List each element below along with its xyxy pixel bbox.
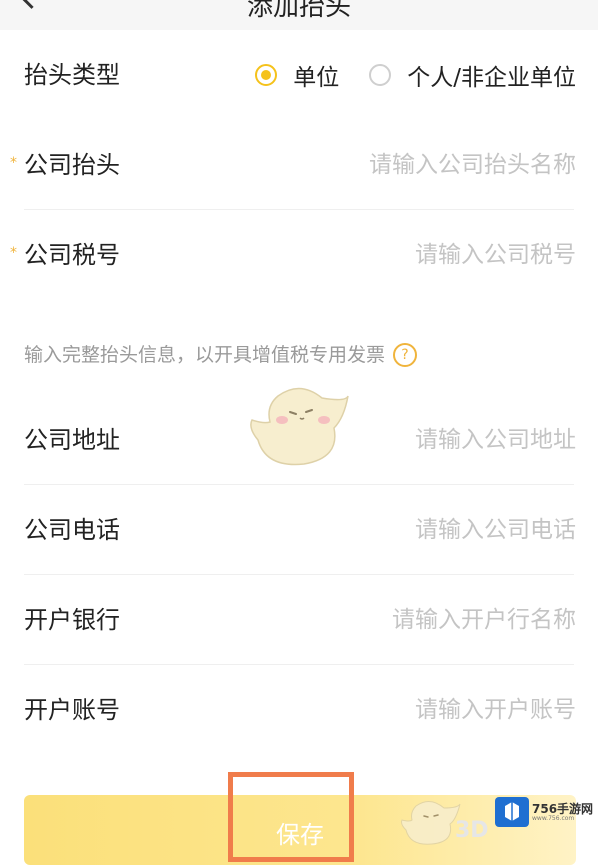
watermark-logo-icon — [495, 797, 529, 827]
title-type-row: 抬头类型 单位 个人/非企业单位 — [0, 30, 598, 120]
page-title: 添加抬头 — [246, 0, 351, 22]
company-name-row: * 公司抬头 — [0, 120, 598, 210]
account-input[interactable] — [276, 685, 576, 735]
tax-id-input[interactable] — [276, 230, 576, 280]
bank-label: 开户银行 — [24, 606, 120, 634]
account-row: 开户账号 — [0, 665, 598, 755]
watermark-3d-text: 3D — [455, 818, 489, 843]
tax-id-row: * 公司税号 — [0, 210, 598, 300]
radio-company-label[interactable]: 单位 — [293, 58, 339, 92]
mascot-watermark-icon — [250, 387, 349, 466]
required-mark: * — [10, 245, 17, 261]
vat-hint-text: 输入完整抬头信息，以开具增值税专用发票 — [24, 344, 386, 366]
radio-unchecked-icon[interactable] — [369, 64, 392, 86]
title-type-label: 抬头类型 — [24, 61, 120, 89]
radio-company[interactable]: 单位 — [255, 58, 339, 92]
required-mark: * — [10, 155, 17, 171]
phone-input[interactable] — [276, 505, 576, 555]
watermark-mascot-icon — [401, 801, 461, 845]
bank-row: 开户银行 — [0, 575, 598, 665]
radio-individual[interactable]: 个人/非企业单位 — [369, 58, 576, 92]
account-label: 开户账号 — [24, 696, 120, 724]
radio-checked-icon[interactable] — [255, 64, 278, 86]
company-name-label: 公司抬头 — [24, 151, 120, 179]
phone-row: 公司电话 — [0, 485, 598, 575]
help-icon[interactable]: ? — [393, 343, 418, 367]
address-label: 公司地址 — [24, 426, 120, 454]
tax-id-label: 公司税号 — [24, 241, 120, 269]
highlight-annotation-box — [228, 772, 354, 862]
bank-input[interactable] — [276, 595, 576, 645]
watermark-site-url: www.756.com — [532, 815, 575, 822]
company-name-input[interactable] — [276, 140, 576, 190]
title-type-radio-group: 单位 个人/非企业单位 — [255, 30, 576, 120]
navbar: 添加抬头 — [0, 0, 598, 30]
radio-individual-label[interactable]: 个人/非企业单位 — [407, 58, 576, 92]
phone-label: 公司电话 — [24, 516, 120, 544]
vat-hint: 输入完整抬头信息，以开具增值税专用发票 ? — [24, 340, 418, 370]
